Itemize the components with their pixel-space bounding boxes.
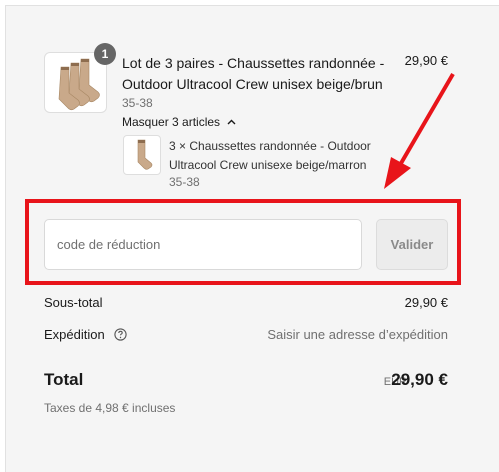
bundle-item-title-line-2: Ultracool Crew unisexe beige/marron xyxy=(169,158,367,172)
hide-items-toggle[interactable]: Masquer 3 articles xyxy=(122,115,236,129)
subtotal-label: Sous-total xyxy=(44,295,103,310)
subtotal-value: 29,90 € xyxy=(404,295,448,310)
product-price: 29,90 € xyxy=(404,53,448,68)
product-title: Lot de 3 paires - Chaussettes randonnée … xyxy=(122,53,384,95)
product-variant: 35-38 xyxy=(122,96,153,110)
total-value: 29,90 € xyxy=(391,370,448,389)
total-label: Total xyxy=(44,370,84,389)
sock-image xyxy=(137,139,153,170)
discount-code-input[interactable] xyxy=(44,219,362,270)
quantity-badge: 1 xyxy=(94,43,116,65)
apply-discount-button[interactable]: Valider xyxy=(376,219,448,270)
product-title-line-1: Lot de 3 paires - Chaussettes randonnée … xyxy=(122,55,385,71)
shipping-value: Saisir une adresse d’expédition xyxy=(267,327,448,342)
bundle-item-title: 3 × Chaussettes randonnée - Outdoor Ultr… xyxy=(169,137,371,175)
taxes-note: Taxes de 4,98 € incluses xyxy=(44,401,176,415)
hide-items-label: Masquer 3 articles xyxy=(122,115,221,129)
bundle-item-variant: 35-38 xyxy=(169,175,200,189)
help-circle-icon[interactable] xyxy=(114,328,127,341)
shipping-label: Expédition xyxy=(44,327,105,342)
bundle-item-image xyxy=(123,135,161,175)
shipping-row: Expédition xyxy=(44,327,127,342)
chevron-up-icon xyxy=(227,119,236,125)
product-title-line-2: Outdoor Ultracool Crew unisex beige/brun xyxy=(122,76,383,92)
bundle-item-title-line-1: 3 × Chaussettes randonnée - Outdoor xyxy=(169,139,371,153)
